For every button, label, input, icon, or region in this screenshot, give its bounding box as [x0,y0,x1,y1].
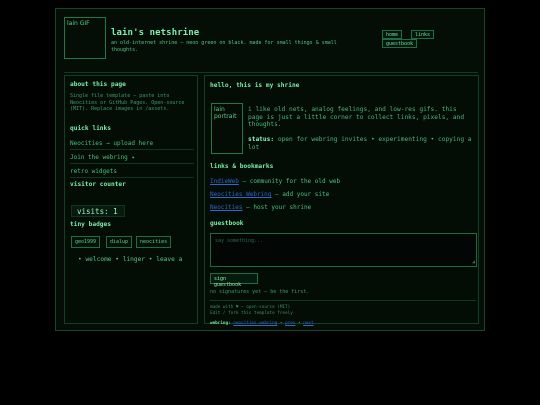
bookmark-desc: — community for the old web [242,178,341,185]
bookmark-desc: — add your site [275,191,330,198]
webring-separator: • [298,321,301,326]
sidebar: about this page Single file template — p… [64,75,198,324]
bookmarks-heading: links & bookmarks [210,163,274,170]
about-text: Single file template — paste into Neocit… [70,93,185,112]
bookmark-row: IndieWeb — community for the old web [210,178,340,186]
nav-links[interactable]: links [411,30,435,39]
bookmark-row: Neocities Webring — add your site [210,191,329,199]
sign-guestbook-button[interactable]: sign guestbook [210,273,258,288]
badge-geo1999: geo1999 [71,236,101,248]
footer-line-1: made with ♥ — open-source (MIT) [210,305,291,310]
badge-neocities: neocities [136,236,172,248]
quick-link-neocities[interactable]: Neocities → upload here [70,139,194,150]
visitor-counter: visits: 1 [71,205,125,217]
resize-handle-icon[interactable]: ◢ [472,259,475,265]
logo-image: lain GIF [64,17,106,59]
bookmark-link-webring[interactable]: Neocities Webring [210,191,271,198]
webring-separator: • [279,321,283,326]
bookmark-link-neocities[interactable]: Neocities [210,204,243,211]
quick-link-retro-widgets[interactable]: retro widgets [70,167,194,178]
intro-text: i like old nets, analog feelings, and lo… [248,106,465,129]
nav-home[interactable]: home [382,30,403,39]
site-header: lain GIF lain's netshrine an old-interne… [56,9,484,67]
badge-dialup: dialup [106,236,133,248]
nav-guestbook[interactable]: guestbook [382,39,418,48]
about-heading: about this page [70,81,126,88]
main-content: hello, this is my shrine lain portrait i… [204,75,479,326]
main-heading: hello, this is my shrine [210,82,300,89]
bookmark-desc: — host your shrine [246,204,312,211]
webring-link-prev[interactable]: prev [285,321,295,326]
visitor-counter-heading: visitor counter [70,181,126,188]
bookmark-link-indieweb[interactable]: IndieWeb [210,178,239,185]
webring-link-next[interactable]: next [303,321,313,326]
page-frame: lain GIF lain's netshrine an old-interne… [55,8,485,331]
marquee-text: • welcome • linger • leave a [78,256,183,263]
footer-text: made with ♥ — open-source (MIT) Edit / f… [210,305,293,316]
portrait-image: lain portrait [211,103,243,154]
badges-heading: tiny badges [70,221,111,228]
webring-line: webring: neocities webring • prev • next [210,321,314,326]
quick-link-webring[interactable]: Join the webring ✦ [70,153,194,164]
guestbook-input[interactable]: say something... ◢ [210,233,477,267]
quick-links-heading: quick links [70,125,111,132]
status-text: open for webring invites • experimenting… [248,136,472,151]
status-line: status: open for webring invites • exper… [248,136,474,152]
guestbook-placeholder: say something... [215,238,264,244]
header-divider [64,72,478,73]
site-subtitle: an old-internet shrine — neon green on b… [111,40,337,53]
bookmark-row: Neocities — host your shrine [210,204,311,212]
footer-divider [210,300,476,301]
webring-label: webring: [210,321,231,326]
webring-link-home[interactable]: neocities webring [233,321,277,326]
site-title: lain's netshrine [111,28,200,38]
guestbook-heading: guestbook [210,220,244,227]
footer-line-2: Edit / fork this template freely [210,310,293,316]
no-signatures-text: no signatures yet — be the first. [210,289,310,295]
status-label: status: [248,136,275,143]
